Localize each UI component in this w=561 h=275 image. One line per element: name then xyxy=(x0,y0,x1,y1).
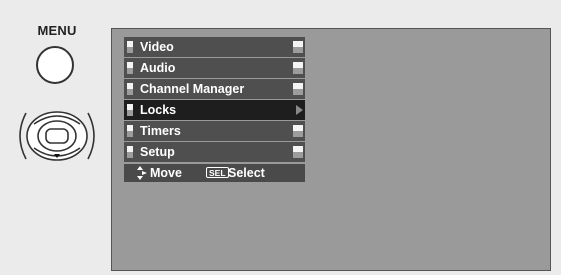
menu-item-setup[interactable]: Setup xyxy=(124,142,305,162)
menu-item-label: Setup xyxy=(140,145,175,159)
menu-item-audio[interactable]: Audio xyxy=(124,58,305,78)
item-left-bar-icon xyxy=(127,83,133,95)
menu-item-label: Audio xyxy=(140,61,176,75)
item-left-bar-icon xyxy=(127,41,133,53)
menu-item-label: Timers xyxy=(140,124,181,138)
item-right-bar-icon xyxy=(293,83,303,95)
menu-item-label: Channel Manager xyxy=(140,82,245,96)
item-right-bar-icon xyxy=(293,62,303,74)
sel-key-badge: SEL xyxy=(206,167,229,178)
item-right-bar-icon xyxy=(293,125,303,137)
item-left-bar-icon xyxy=(127,125,133,137)
tv-screen: Video Audio Channel Manager Locks Timers… xyxy=(111,28,551,271)
menu-item-locks[interactable]: Locks xyxy=(124,100,305,120)
menu-button-icon[interactable] xyxy=(36,46,74,84)
select-hint-label: Select xyxy=(228,166,265,180)
navigation-hint-bar: Move SEL Select xyxy=(124,164,305,182)
item-right-bar-icon xyxy=(293,41,303,53)
remote-control-panel: MENU xyxy=(0,0,110,275)
menu-item-channel-manager[interactable]: Channel Manager xyxy=(124,79,305,99)
item-left-bar-icon xyxy=(127,104,133,116)
item-right-bar-icon xyxy=(293,146,303,158)
item-left-bar-icon xyxy=(127,62,133,74)
move-arrows-icon xyxy=(137,166,147,180)
menu-item-label: Locks xyxy=(140,103,177,117)
submenu-arrow-icon xyxy=(296,105,303,115)
item-left-bar-icon xyxy=(127,146,133,158)
menu-item-video[interactable]: Video xyxy=(124,37,305,57)
dpad-icon[interactable] xyxy=(14,110,100,162)
move-hint-label: Move xyxy=(150,166,182,180)
menu-item-label: Video xyxy=(140,40,174,54)
menu-item-timers[interactable]: Timers xyxy=(124,121,305,141)
main-menu: Video Audio Channel Manager Locks Timers… xyxy=(124,37,305,163)
menu-button-label: MENU xyxy=(37,23,77,38)
